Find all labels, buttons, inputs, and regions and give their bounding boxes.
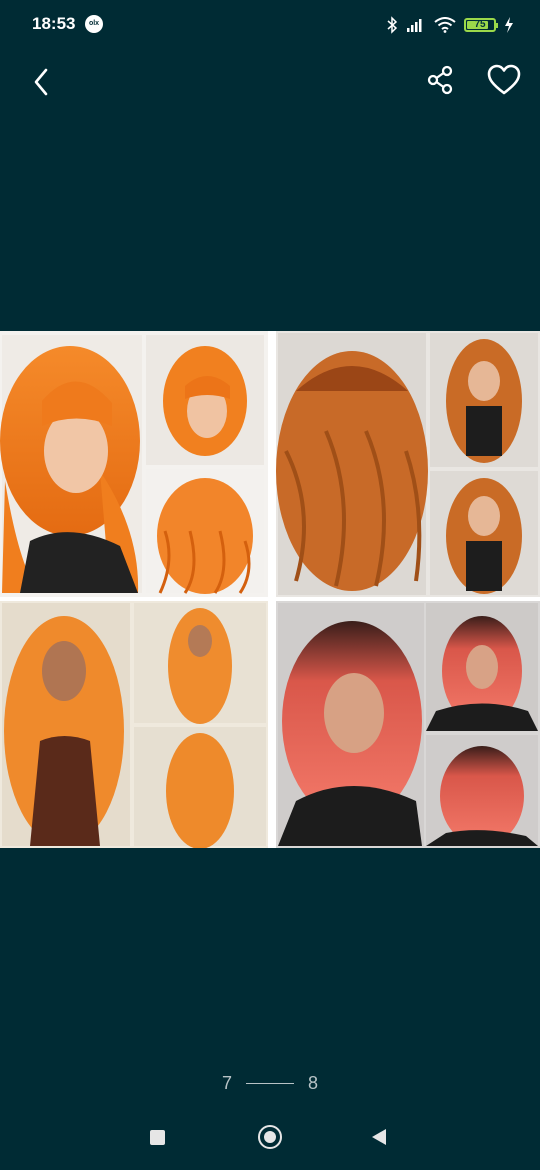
wifi-icon bbox=[434, 17, 456, 33]
heart-outline-icon bbox=[487, 64, 521, 95]
battery-icon: 75 bbox=[464, 18, 498, 32]
home-button[interactable] bbox=[258, 1125, 282, 1149]
share-icon bbox=[427, 65, 453, 95]
product-image-gallery[interactable] bbox=[0, 331, 540, 848]
back-button[interactable] bbox=[22, 58, 62, 102]
chevron-left-icon bbox=[34, 68, 48, 96]
battery-tip bbox=[496, 23, 498, 28]
status-bar: 18:53 olx 75 bbox=[0, 0, 540, 50]
pager-total: 8 bbox=[308, 1072, 319, 1093]
wig-collage-ginger-short-wavy-bangs bbox=[0, 331, 268, 597]
favorite-button[interactable] bbox=[482, 60, 526, 100]
wig-collage-orange-long-wavy bbox=[0, 601, 268, 848]
toolbar bbox=[0, 50, 540, 110]
status-time: 18:53 bbox=[32, 14, 76, 33]
signal-icon bbox=[407, 19, 422, 32]
recent-apps-button[interactable] bbox=[150, 1130, 165, 1145]
charging-icon bbox=[505, 17, 513, 33]
share-button[interactable] bbox=[420, 60, 460, 100]
pager-current: 7 bbox=[221, 1072, 232, 1093]
status-icons: 75 bbox=[386, 14, 514, 36]
bluetooth-icon bbox=[387, 16, 398, 34]
wig-collage-ombre-pink-wavy-bangs bbox=[276, 601, 540, 848]
system-nav-bar bbox=[0, 1115, 540, 1170]
battery-level: 75 bbox=[474, 19, 486, 30]
notification-badge: olx bbox=[85, 15, 103, 33]
home-icon bbox=[264, 1131, 276, 1143]
wig-collage-copper-long-wavy-bangs bbox=[276, 331, 540, 597]
pager-divider bbox=[246, 1082, 294, 1084]
system-back-button[interactable] bbox=[372, 1129, 386, 1145]
gallery-pager: 7 8 bbox=[0, 1068, 540, 1098]
